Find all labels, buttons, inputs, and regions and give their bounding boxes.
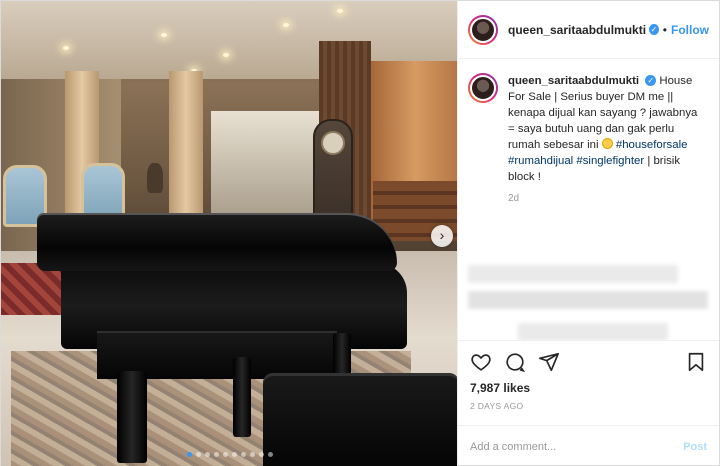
hashtag-link[interactable]: #rumahdijual <box>508 155 573 167</box>
blurred-comment <box>518 323 668 340</box>
avatar[interactable] <box>468 14 498 45</box>
verified-badge-icon: ✓ <box>645 75 657 87</box>
header-username[interactable]: queen_saritaabdulmukti <box>508 23 646 37</box>
carousel-dot <box>196 452 201 457</box>
blurred-comment <box>468 291 708 309</box>
side-panel: queen_saritaabdulmukti ✓ • Follow queen_… <box>457 1 719 466</box>
smiling-emoji-icon <box>601 138 613 149</box>
carousel-dot <box>259 452 264 457</box>
comment-icon[interactable] <box>504 351 526 373</box>
caption-age: 2d <box>508 193 520 204</box>
share-icon[interactable] <box>538 351 560 373</box>
blurred-comment <box>468 265 678 283</box>
post-header: queen_saritaabdulmukti ✓ • Follow <box>458 1 719 59</box>
doorway <box>211 111 321 221</box>
separator: • <box>662 22 667 37</box>
like-count[interactable]: 7,987 likes <box>470 381 707 395</box>
carousel-dot <box>187 452 192 457</box>
piano-leg <box>233 357 251 437</box>
hashtag-link[interactable]: #singlefighter <box>576 155 644 167</box>
next-arrow-button[interactable]: › <box>431 225 453 247</box>
add-comment-bar: Post <box>458 425 719 466</box>
verified-badge-icon: ✓ <box>649 24 659 35</box>
hashtag-link[interactable]: #houseforsale <box>616 139 688 151</box>
caption-text: queen_saritaabdulmukti ✓ House For Sale … <box>508 73 707 185</box>
carousel-dot <box>241 452 246 457</box>
carousel-dot <box>268 452 273 457</box>
carousel-dot <box>205 452 210 457</box>
caption-row: queen_saritaabdulmukti ✓ House For Sale … <box>468 73 707 185</box>
piano-leg <box>117 371 147 463</box>
bookmark-icon[interactable] <box>685 351 707 373</box>
action-icons <box>470 349 707 375</box>
piano-lid <box>37 213 397 271</box>
follow-button[interactable]: Follow <box>671 23 709 37</box>
comments-section: queen_saritaabdulmukti ✓ House For Sale … <box>458 59 719 340</box>
carousel-dot <box>232 452 237 457</box>
action-bar: 7,987 likes 2 DAYS AGO <box>458 340 719 411</box>
carousel-dot <box>214 452 219 457</box>
instagram-post: › queen_saritaabdulmukti ✓ • Follow quee… <box>0 0 720 466</box>
post-date: 2 DAYS AGO <box>470 401 524 411</box>
carousel-dot <box>250 452 255 457</box>
carousel-dots <box>1 452 457 457</box>
carousel-dot <box>223 452 228 457</box>
caption-username[interactable]: queen_saritaabdulmukti <box>508 75 639 87</box>
post-photo[interactable]: › <box>1 1 457 466</box>
comment-input[interactable] <box>470 440 684 453</box>
heart-icon[interactable] <box>470 351 492 373</box>
vase <box>147 163 163 193</box>
post-comment-button[interactable]: Post <box>683 441 707 453</box>
caption-avatar[interactable] <box>468 73 498 103</box>
